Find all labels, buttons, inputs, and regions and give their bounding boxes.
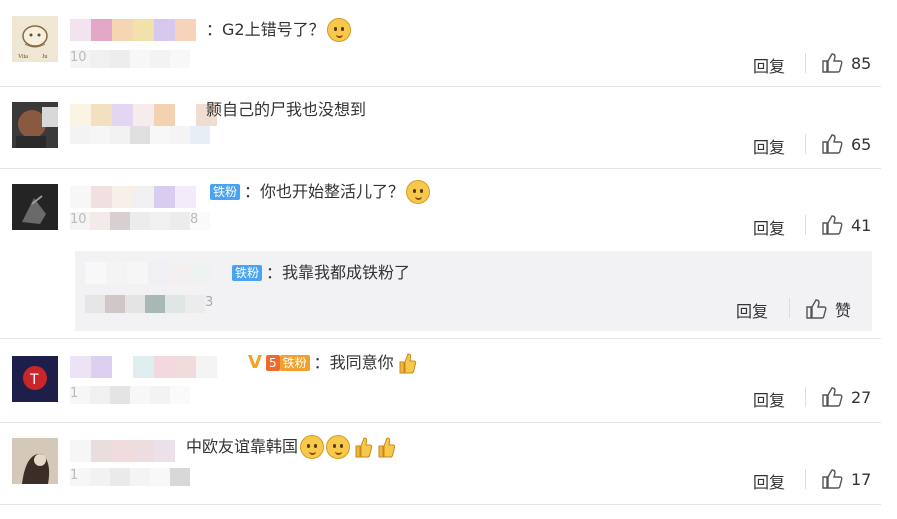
timestamp-pixelated: 10 8 — [70, 212, 210, 230]
thumbs-up-emoji-icon — [353, 435, 373, 459]
comment-text-content: 中欧友谊靠韩国 — [186, 437, 299, 456]
like-count: 85 — [851, 53, 872, 73]
reply-button[interactable]: 回复 — [753, 53, 785, 77]
doge-emoji-icon — [406, 180, 431, 204]
username-pixelated[interactable] — [70, 186, 217, 208]
comment-text-content: ：你也开始整活儿了？ — [244, 182, 405, 201]
like-button[interactable]: 17 — [821, 468, 871, 490]
thumbs-up-icon — [822, 215, 843, 235]
divider — [805, 53, 806, 73]
divider — [789, 298, 790, 318]
avatar[interactable] — [12, 102, 58, 148]
reply-button[interactable]: 回复 — [753, 134, 785, 158]
fan-badge: 铁粉 — [232, 265, 263, 281]
comment-text: V 5 铁粉 ：我同意你 — [248, 351, 417, 375]
timestamp-pixelated: 1 — [70, 386, 190, 404]
thumbs-up-icon — [822, 53, 843, 73]
like-button[interactable]: 65 — [821, 133, 871, 155]
thumbs-up-icon — [806, 299, 827, 319]
avatar[interactable]: T — [12, 356, 58, 402]
doge-emoji-icon — [300, 435, 325, 459]
doge-emoji-icon — [326, 435, 351, 459]
divider — [805, 134, 806, 154]
avatar-text: Vita — [18, 54, 28, 60]
fan-badge: 铁粉 — [279, 355, 310, 371]
timestamp-fragment: 10 — [70, 212, 90, 230]
username-pixelated[interactable] — [70, 19, 217, 41]
doge-emoji-icon — [326, 18, 351, 42]
reply-button[interactable]: 回复 — [736, 298, 768, 322]
reply-button[interactable]: 回复 — [753, 215, 785, 239]
comment-text: 铁粉 ：我靠我都成铁粉了 — [232, 262, 410, 284]
like-count: 41 — [851, 215, 872, 235]
sub-reply: 铁粉 ：我靠我都成铁粉了 3 回复 赞 — [75, 251, 872, 331]
username-pixelated[interactable] — [70, 104, 217, 126]
like-button[interactable]: 41 — [821, 214, 871, 236]
timestamp-fragment: 1 — [70, 386, 90, 404]
like-button[interactable]: 赞 — [805, 297, 851, 321]
thumbs-up-icon — [822, 134, 843, 154]
comment-item: 中欧友谊靠韩国 1 回复 17 — [0, 422, 881, 505]
thumbs-up-icon — [822, 469, 843, 489]
timestamp-pixelated — [70, 126, 210, 144]
divider — [805, 469, 806, 489]
thumbs-up-emoji-icon — [376, 435, 396, 459]
like-label: 赞 — [835, 301, 852, 320]
comment-text: ：G2上错号了？ — [206, 18, 351, 42]
comment-text-content: ：G2上错号了？ — [206, 20, 325, 39]
username-pixelated[interactable] — [70, 356, 217, 378]
comment-item: 颢自己的尸我也没想到 回复 65 — [0, 86, 881, 169]
username-pixelated[interactable] — [70, 440, 196, 462]
reply-button[interactable]: 回复 — [753, 387, 785, 411]
like-count: 17 — [851, 469, 872, 489]
level-badge: 5 — [265, 355, 280, 371]
verified-v-icon: V — [248, 352, 262, 373]
avatar[interactable] — [12, 184, 58, 230]
comment-text: 铁粉 ：你也开始整活儿了？ — [210, 180, 431, 204]
fan-badge: 铁粉 — [210, 184, 241, 200]
like-button[interactable]: 85 — [821, 52, 871, 74]
comment-text: 颢自己的尸我也没想到 — [206, 99, 366, 121]
divider — [805, 387, 806, 407]
avatar[interactable] — [12, 438, 58, 484]
timestamp-fragment: 8 — [190, 212, 210, 230]
comment-item: T V 5 铁粉 ：我同意你 1 回复 27 — [0, 338, 881, 423]
timestamp-fragment: 3 — [205, 295, 225, 313]
like-button[interactable]: 27 — [821, 386, 871, 408]
username-pixelated[interactable] — [85, 262, 232, 284]
comment-text-content: ：我靠我都成铁粉了 — [266, 263, 411, 282]
timestamp-pixelated: 10 — [70, 50, 190, 68]
reply-button[interactable]: 回复 — [753, 469, 785, 493]
timestamp-pixelated: 1 — [70, 468, 190, 486]
divider — [805, 215, 806, 235]
comment-item: Vita Ju ：G2上错号了？ 10 回复 85 — [0, 0, 881, 87]
thumbs-up-icon — [822, 387, 843, 407]
avatar[interactable]: Vita Ju — [12, 16, 58, 62]
comment-text: 中欧友谊靠韩国 — [186, 435, 396, 459]
timestamp-fragment: 1 — [70, 468, 90, 486]
comment-text-content: ：我同意你 — [313, 353, 394, 372]
avatar-text: Ju — [42, 54, 47, 60]
svg-text:T: T — [29, 372, 39, 388]
like-count: 27 — [851, 387, 872, 407]
timestamp-pixelated: 3 — [85, 295, 225, 313]
thumbs-up-emoji-icon — [397, 351, 417, 375]
timestamp-fragment: 10 — [70, 50, 90, 68]
like-count: 65 — [851, 134, 872, 154]
comment-text-content: 颢自己的尸我也没想到 — [206, 100, 367, 119]
